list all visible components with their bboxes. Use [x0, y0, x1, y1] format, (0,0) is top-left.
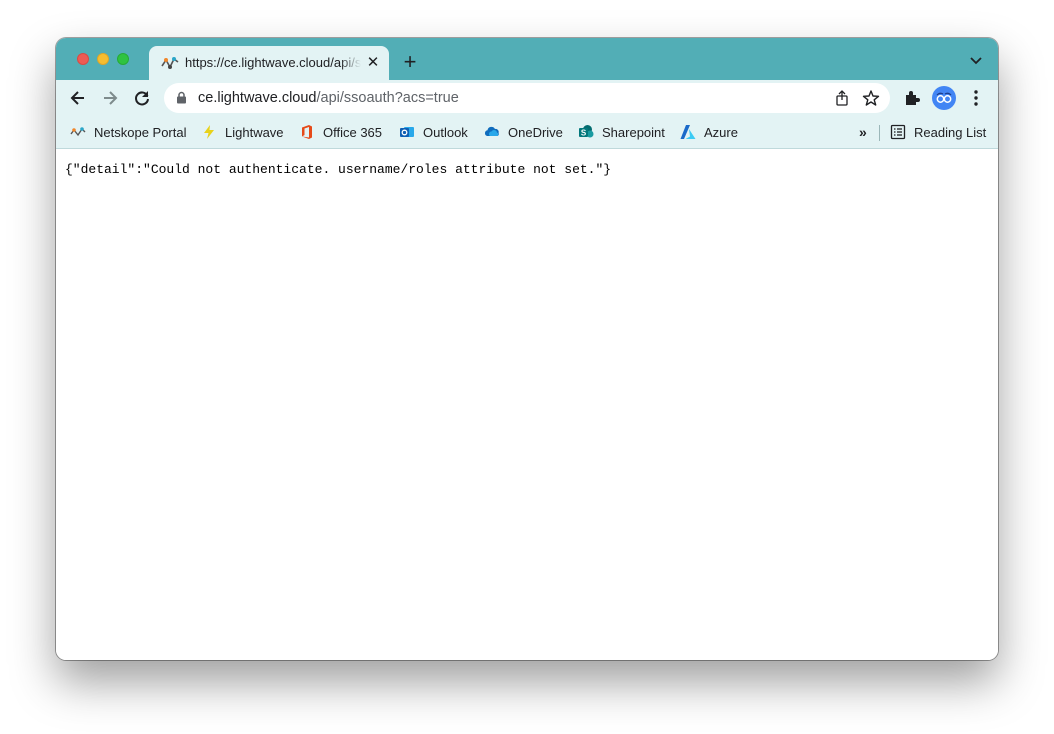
tab-strip: https://ce.lightwave.cloud/api/ssoauth?a…	[56, 38, 998, 80]
page-content: {"detail":"Could not authenticate. usern…	[56, 149, 998, 660]
profile-avatar[interactable]	[932, 86, 956, 110]
netskope-icon	[70, 127, 86, 137]
svg-text:S: S	[581, 129, 587, 138]
bookmark-label: Azure	[704, 124, 738, 140]
address-bar[interactable]: ce.lightwave.cloud/api/ssoauth?acs=true	[164, 83, 890, 113]
back-arrow-icon[interactable]	[68, 88, 88, 108]
active-tab[interactable]: https://ce.lightwave.cloud/api/ssoauth?a…	[149, 46, 389, 80]
reading-list-button[interactable]: Reading List	[890, 122, 986, 142]
browser-window: https://ce.lightwave.cloud/api/ssoauth?a…	[56, 38, 998, 660]
azure-icon	[680, 125, 696, 139]
office-icon	[302, 125, 312, 139]
tab-close-icon[interactable]: ✕	[365, 55, 381, 71]
bookmark-office-365[interactable]: Office 365	[299, 122, 382, 142]
tab-search-chevron-down-icon[interactable]	[968, 54, 984, 68]
bookmark-lightwave[interactable]: Lightwave	[201, 122, 284, 142]
bookmark-label: Office 365	[323, 124, 383, 140]
minimize-window-button[interactable]	[97, 53, 109, 65]
bookmarks-divider	[879, 125, 880, 141]
bookmarks-bar: Netskope Portal Lightwave Office 365 Out…	[56, 116, 998, 149]
lightwave-favicon-icon	[161, 57, 179, 69]
zoom-window-button[interactable]	[117, 53, 129, 65]
sharepoint-icon: S	[579, 125, 594, 138]
bookmark-label: Outlook	[423, 124, 468, 140]
bookmark-label: Sharepoint	[602, 124, 665, 140]
lightning-icon	[204, 125, 214, 139]
bookmark-label: Lightwave	[225, 124, 284, 140]
bookmark-sharepoint[interactable]: S Sharepoint	[578, 122, 665, 142]
bookmark-outlook[interactable]: Outlook	[399, 122, 468, 142]
bookmarks-overflow-chevron-icon[interactable]: »	[859, 124, 867, 140]
bookmark-star-icon[interactable]	[862, 89, 880, 107]
bookmark-label: OneDrive	[508, 124, 563, 140]
reading-list-icon	[890, 124, 906, 140]
reading-list-label: Reading List	[914, 124, 987, 140]
close-window-button[interactable]	[77, 53, 89, 65]
reload-icon[interactable]	[132, 88, 152, 108]
bookmark-netskope-portal[interactable]: Netskope Portal	[70, 122, 187, 142]
json-response-text: {"detail":"Could not authenticate. usern…	[65, 162, 612, 177]
url-text[interactable]: ce.lightwave.cloud/api/ssoauth?acs=true	[198, 90, 459, 106]
bookmark-onedrive[interactable]: OneDrive	[484, 122, 563, 142]
bookmark-azure[interactable]: Azure	[680, 122, 738, 142]
browser-menu-icon[interactable]	[966, 88, 986, 108]
forward-arrow-icon[interactable]	[100, 88, 120, 108]
url-path: /api/ssoauth?acs=true	[316, 90, 459, 106]
lock-icon[interactable]	[176, 91, 187, 104]
extensions-puzzle-icon[interactable]	[902, 88, 922, 108]
profile-glasses-icon	[936, 92, 952, 103]
onedrive-icon	[484, 126, 499, 136]
share-icon[interactable]	[834, 90, 850, 106]
url-host: ce.lightwave.cloud	[198, 90, 317, 106]
bookmark-label: Netskope Portal	[94, 124, 187, 140]
tab-title: https://ce.lightwave.cloud/api/ssoauth?a…	[185, 55, 361, 70]
outlook-icon	[400, 127, 414, 137]
toolbar: ce.lightwave.cloud/api/ssoauth?acs=true	[56, 80, 998, 116]
new-tab-button[interactable]: +	[400, 51, 420, 73]
